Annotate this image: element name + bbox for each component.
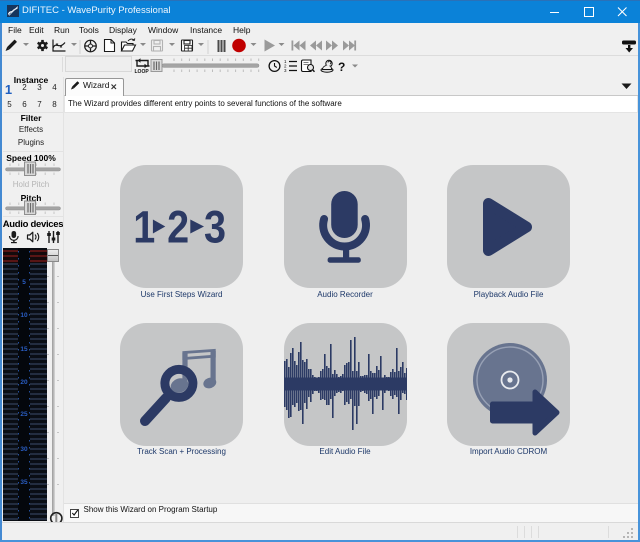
svg-text:3: 3 <box>204 202 226 252</box>
svg-text:?: ? <box>338 60 345 74</box>
svg-text:1: 1 <box>133 202 155 252</box>
svg-text:LOOP: LOOP <box>135 69 150 75</box>
svg-text:3: 3 <box>284 68 287 73</box>
svg-text:2: 2 <box>167 202 189 252</box>
